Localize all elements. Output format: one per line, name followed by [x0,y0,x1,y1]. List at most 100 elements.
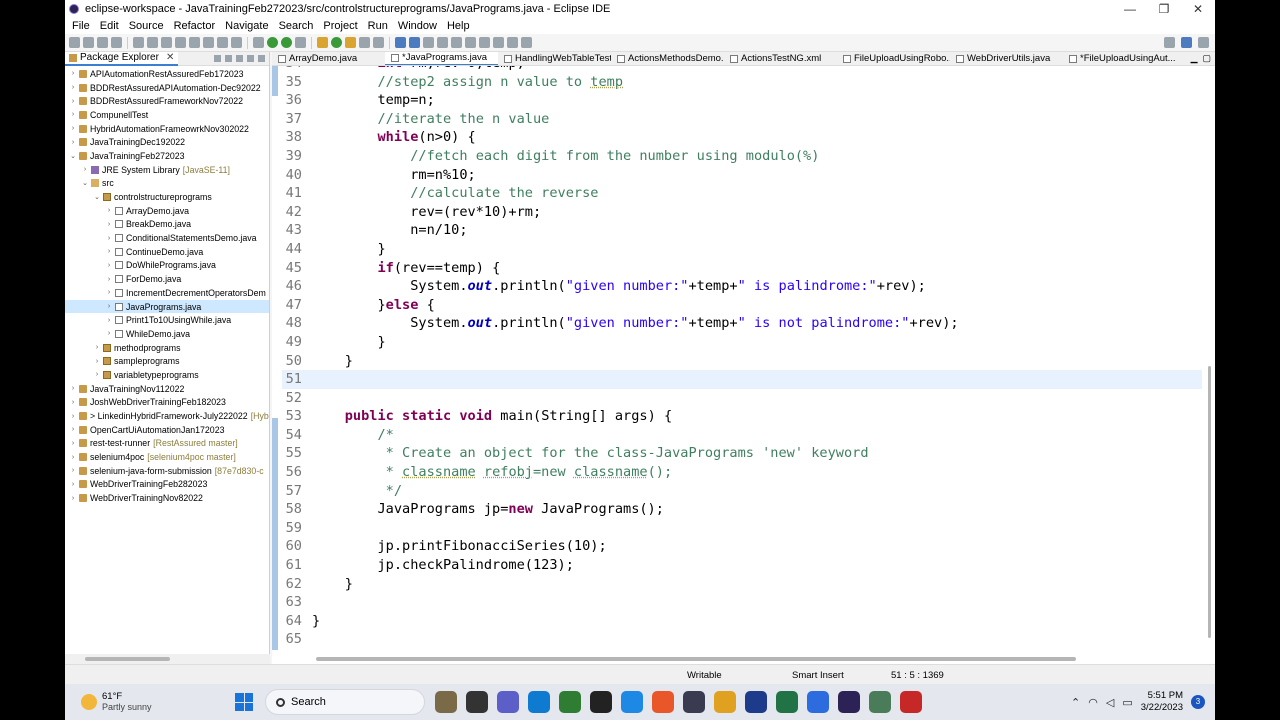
run-icon[interactable] [267,37,278,48]
tree-item[interactable]: › WebDriverTrainingNov82022 [65,491,269,505]
toggle-word-wrap-icon[interactable] [409,37,420,48]
collapse-all-icon[interactable] [214,55,221,62]
scroll-thumb[interactable] [85,657,170,661]
menu-project[interactable]: Project [318,20,362,32]
skip-breakpoints-icon[interactable] [147,37,158,48]
taskbar-app-icon[interactable] [838,691,860,713]
new-java-project-icon[interactable] [317,37,328,48]
tree-item[interactable]: › variabletypeprograms [65,368,269,382]
minimize-button[interactable]: — [1113,0,1147,18]
expand-arrow-icon[interactable]: › [69,70,77,77]
maximize-button[interactable]: ❐ [1147,0,1181,18]
editor-tab[interactable]: FileUploadUsingRobo... [837,52,950,65]
search-toolbar-icon[interactable] [373,37,384,48]
previous-annotation-icon[interactable] [465,37,476,48]
block-selection-icon[interactable] [423,37,434,48]
tree-item[interactable]: › OpenCartUiAutomationJan172023 [65,423,269,437]
code-line[interactable]: 59 [282,519,1202,538]
taskbar-app-icon[interactable] [559,691,581,713]
scroll-thumb[interactable] [316,657,1076,661]
code-line[interactable]: 35 //step2 assign n value to temp [282,73,1202,92]
step-into-icon[interactable] [203,37,214,48]
code-line[interactable]: 54 /* [282,426,1202,445]
expand-arrow-icon[interactable]: › [69,84,77,91]
expand-arrow-icon[interactable]: › [69,467,77,474]
expand-arrow-icon[interactable]: › [105,317,113,324]
scroll-thumb[interactable] [1208,366,1211,638]
code-line[interactable]: 37 //iterate the n value [282,110,1202,129]
tree-item[interactable]: ⌄ src [65,177,269,191]
tree-item[interactable]: › JavaPrograms.java [65,299,269,314]
code-line[interactable]: 56 * classname refobj=new classname(); [282,463,1202,482]
editor-tab[interactable]: *FileUploadUsingAut... [1063,52,1176,65]
taskbar-app-icon[interactable] [745,691,767,713]
suspend-icon[interactable] [175,37,186,48]
expand-arrow-icon[interactable]: › [69,413,77,420]
tree-item[interactable]: ⌄ JavaTrainingFeb272023 [65,149,269,163]
editor-tab[interactable]: ActionsMethodsDemo... [611,52,724,65]
code-line[interactable]: 57 */ [282,482,1202,501]
code-line[interactable]: 45 if(rev==temp) { [282,259,1202,278]
editor-tab[interactable]: *JavaPrograms.java [385,52,498,65]
taskbar-app-icon[interactable] [776,691,798,713]
debug-icon[interactable] [253,37,264,48]
code-line[interactable]: 43 n=n/10; [282,221,1202,240]
minimize-editor-icon[interactable]: ▁ [1191,53,1198,64]
collapse-arrow-icon[interactable]: ⌄ [93,193,101,201]
tree-item[interactable]: › BDDRestAssuredFrameworkNov72022 [65,94,269,108]
editor-hscrollbar[interactable] [312,652,1212,664]
expand-arrow-icon[interactable]: › [69,385,77,392]
expand-arrow-icon[interactable]: › [93,371,101,378]
next-annotation-icon[interactable] [451,37,462,48]
tree-item[interactable]: › WebDriverTrainingFeb282023 [65,478,269,492]
notification-badge[interactable]: 3 [1191,695,1205,709]
expand-arrow-icon[interactable]: › [93,344,101,351]
step-return-icon[interactable] [231,37,242,48]
tree-item[interactable]: › CompunellTest [65,108,269,122]
tree-item[interactable]: › selenium-java-form-submission [87e7d830-… [65,464,269,478]
taskbar-app-icon[interactable] [435,691,457,713]
code-line[interactable]: 41 //calculate the reverse [282,184,1202,203]
windows-start-icon[interactable] [235,693,253,711]
external-tools-icon[interactable] [295,37,306,48]
code-line[interactable]: 61 jp.checkPalindrome(123); [282,556,1202,575]
taskbar-app-icon[interactable] [714,691,736,713]
tree-item[interactable]: › rest-test-runner [RestAssured master] [65,437,269,451]
code-line[interactable]: 47 }else { [282,296,1202,315]
expand-arrow-icon[interactable]: › [69,440,77,447]
search-icon[interactable] [1164,37,1175,48]
pin-editor-icon[interactable] [521,37,532,48]
forward-icon[interactable] [507,37,518,48]
menu-run[interactable]: Run [363,20,393,32]
java-perspective-icon[interactable] [1181,37,1192,48]
menu-refactor[interactable]: Refactor [169,20,221,32]
tree-item[interactable]: › DoWhilePrograms.java [65,259,269,273]
code-line[interactable]: 44 } [282,240,1202,259]
last-edit-location-icon[interactable] [479,37,490,48]
tree-item[interactable]: › sampleprograms [65,354,269,368]
code-line[interactable]: 53 public static void main(String[] args… [282,407,1202,426]
tree-item[interactable]: › APIAutomationRestAssuredFeb172023 [65,67,269,81]
menu-source[interactable]: Source [124,20,169,32]
code-line[interactable]: 40 rm=n%10; [282,166,1202,185]
tree-item[interactable]: › ArrayDemo.java [65,204,269,218]
expand-arrow-icon[interactable]: › [105,262,113,269]
code-line[interactable]: 49 } [282,333,1202,352]
expand-arrow-icon[interactable]: › [69,454,77,461]
taskbar-app-icon[interactable] [869,691,891,713]
toggle-mark-occurrences-icon[interactable] [395,37,406,48]
collapse-arrow-icon[interactable]: ⌄ [81,179,89,187]
menu-window[interactable]: Window [393,20,442,32]
code-line[interactable]: 46 System.out.println("given number:"+te… [282,277,1202,296]
menu-navigate[interactable]: Navigate [220,20,273,32]
expand-arrow-icon[interactable]: › [69,111,77,118]
taskbar-app-icon[interactable] [497,691,519,713]
code-line[interactable]: 62 } [282,575,1202,594]
tree-item[interactable]: › selenium4poc [selenium4poc master] [65,450,269,464]
expand-arrow-icon[interactable]: › [69,399,77,406]
expand-arrow-icon[interactable]: › [69,139,77,146]
code-line[interactable]: 36 temp=n; [282,91,1202,110]
taskbar-app-icon[interactable] [807,691,829,713]
code-editor[interactable]: 34 int rm,rev=0,temp;35 //step2 assign n… [272,66,1215,650]
taskbar-app-icon[interactable] [590,691,612,713]
